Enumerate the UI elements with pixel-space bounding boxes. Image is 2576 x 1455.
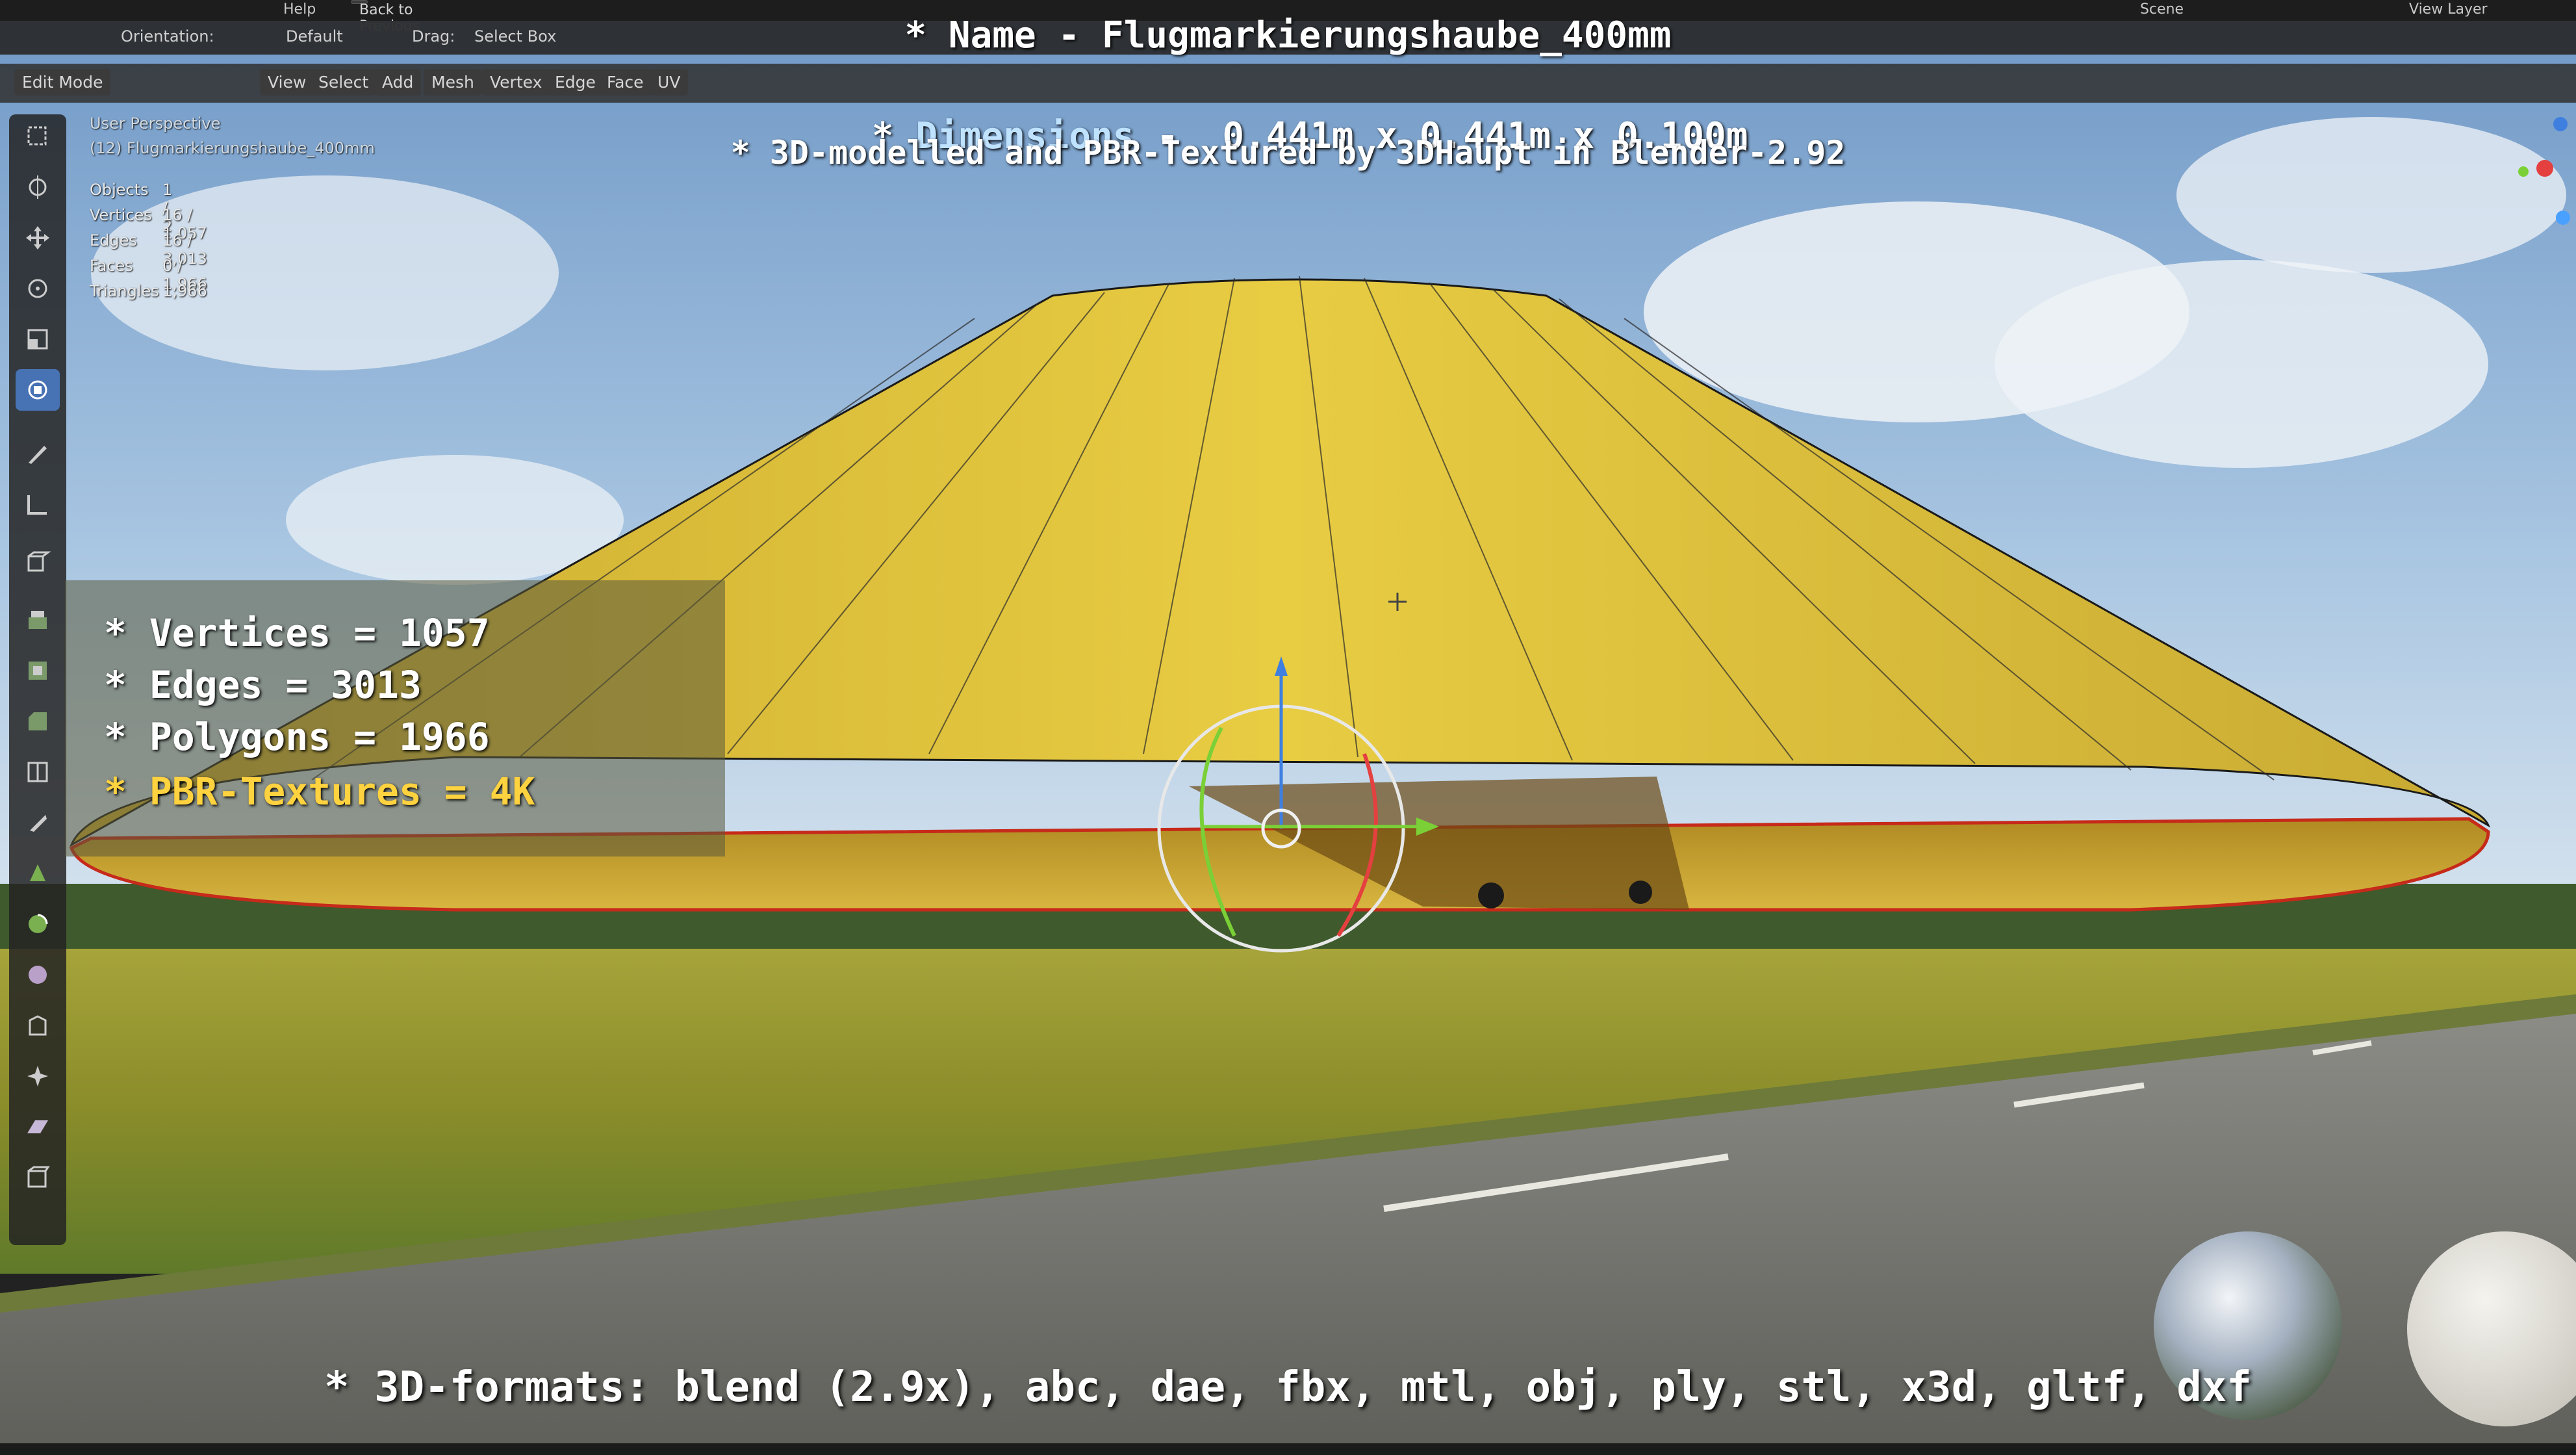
stat-label: Faces xyxy=(90,257,133,275)
stat-row: Objects 1 / 2 xyxy=(90,181,172,235)
spec-polygons: * Polygons = 1966 xyxy=(104,715,490,759)
annotate-icon[interactable] xyxy=(16,433,60,474)
rip-icon[interactable] xyxy=(16,1157,60,1198)
stat-label: Vertices xyxy=(90,206,152,224)
formats-line: * 3D-formats: blend (2.9x), abc, dae, fb… xyxy=(324,1363,2252,1411)
scale-icon[interactable] xyxy=(16,318,60,360)
smooth-icon[interactable] xyxy=(16,954,60,996)
rotate-icon[interactable] xyxy=(16,268,60,309)
nav-gizmo-y-dot[interactable] xyxy=(2518,166,2529,177)
tool-shelf xyxy=(9,114,66,1245)
spec-textures: * PBR-Textures = 4K xyxy=(104,769,535,814)
add-cube-icon[interactable] xyxy=(16,542,60,584)
extrude-icon[interactable] xyxy=(16,599,60,641)
stat-label: Objects xyxy=(90,181,149,199)
edge-slide-icon[interactable] xyxy=(16,1005,60,1046)
bevel-icon[interactable] xyxy=(16,701,60,742)
spec-edges: * Edges = 3013 xyxy=(104,663,422,707)
knife-icon[interactable] xyxy=(16,802,60,843)
nav-gizmo-z-dot[interactable] xyxy=(2553,117,2568,131)
stat-label: Triangles xyxy=(90,282,159,300)
move-icon[interactable] xyxy=(16,217,60,259)
status-bar xyxy=(0,1443,2576,1455)
spec-vertices: * Vertices = 1057 xyxy=(104,611,490,655)
stat-row: Triangles 1,966 xyxy=(90,282,207,300)
stat-row: Faces 0 / 1,966 xyxy=(90,257,207,293)
title-credit-line: * 3D-modelled and PBR-Textured by 3DHaup… xyxy=(730,134,1846,172)
loop-cut-icon[interactable] xyxy=(16,751,60,793)
measure-icon[interactable] xyxy=(16,483,60,525)
shrink-fatten-icon[interactable] xyxy=(16,1055,60,1097)
transform-icon[interactable] xyxy=(16,369,60,411)
inset-icon[interactable] xyxy=(16,650,60,691)
cursor-icon[interactable] xyxy=(16,166,60,208)
nav-gizmo-neg-z-dot[interactable] xyxy=(2556,211,2570,225)
spin-icon[interactable] xyxy=(16,903,60,945)
shear-icon[interactable] xyxy=(16,1106,60,1148)
title-name-line: * Name - Flugmarkierungshaube_400mm xyxy=(904,14,1672,57)
nav-gizmo-x-dot[interactable] xyxy=(2536,160,2553,177)
back-to-previous-button[interactable]: Back to Previous xyxy=(351,0,420,34)
stat-value: 1,966 xyxy=(162,282,207,300)
poly-build-icon[interactable] xyxy=(16,853,60,894)
stat-row: Vertices 16 / 1,057 xyxy=(90,206,207,242)
stat-row: Edges 16 / 3,013 xyxy=(90,231,207,268)
stat-label: Edges xyxy=(90,231,137,250)
